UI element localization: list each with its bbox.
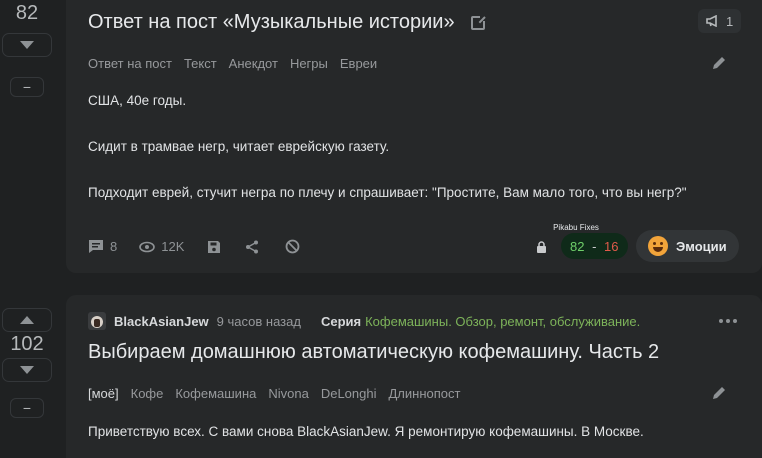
post-score: 82 (15, 2, 39, 24)
post-title[interactable]: Ответ на пост «Музыкальные истории» (88, 11, 455, 34)
save-button[interactable] (207, 240, 221, 254)
more-options-icon[interactable] (719, 319, 737, 323)
comment-icon (89, 240, 103, 253)
tag[interactable]: Кофе (131, 386, 164, 401)
emotions-label: Эмоции (676, 238, 727, 254)
rating-plus: 82 (570, 238, 585, 254)
tag[interactable]: DeLonghi (321, 386, 377, 401)
arrow-down-icon (20, 366, 34, 374)
post-card: Ответ на пост «Музыкальные истории» 1 От… (66, 0, 762, 273)
post-paragraph: Приветствую всех. С вами снова BlackAsia… (88, 424, 644, 439)
views-counter: 12K (139, 239, 184, 254)
arrow-down-icon (20, 41, 34, 49)
comments-count: 8 (110, 239, 118, 254)
post-meta: BlackAsianJew 9 часов назад Серия Кофема… (88, 312, 640, 330)
megaphone-icon (706, 15, 717, 27)
feed: 82 − 102 − Ответ на пост «Музыкальные ис… (0, 0, 762, 458)
tag[interactable]: Длиннопост (388, 386, 460, 401)
post-actions: 8 12K (88, 239, 300, 254)
smiley-icon (648, 236, 668, 256)
megaphone-count: 1 (726, 13, 734, 29)
edit-icon[interactable] (711, 385, 727, 401)
post-card: BlackAsianJew 9 часов назад Серия Кофема… (66, 295, 762, 458)
eye-icon (139, 241, 156, 252)
rating-separator: - (588, 238, 601, 254)
tag-list: [моё] Кофе Кофемашина Nivona DeLonghi Дл… (88, 386, 460, 401)
views-count: 12K (161, 239, 185, 254)
post-score: 102 (10, 333, 44, 355)
post-paragraph: Подходит еврей, стучит негра по плечу и … (88, 185, 687, 200)
tag[interactable]: Негры (290, 56, 328, 71)
tag[interactable]: Текст (184, 56, 217, 71)
minus-button[interactable]: − (10, 398, 44, 418)
external-link-icon[interactable] (471, 14, 487, 30)
series-label: Серия (320, 313, 362, 329)
share-icon (246, 240, 259, 253)
upvote-button[interactable] (2, 308, 52, 332)
post-paragraph: США, 40е годы. (88, 93, 187, 108)
post-title[interactable]: Выбираем домашнюю автоматическую кофемаш… (88, 341, 659, 364)
downvote-button[interactable] (2, 33, 52, 57)
vote-rail-post2: 102 − (0, 308, 54, 418)
arrow-up-icon (20, 316, 34, 324)
author-name[interactable]: BlackAsianJew (114, 314, 209, 329)
tag-list: Ответ на пост Текст Анекдот Негры Евреи (88, 56, 377, 71)
save-icon (208, 240, 221, 253)
series-link[interactable]: Кофемашины. Обзор, ремонт, обслуживание. (365, 314, 640, 329)
post-paragraph: Сидит в трамвае негр, читает еврейскую г… (88, 139, 390, 154)
vote-rail-post1: 82 − (0, 2, 54, 97)
post-time: 9 часов назад (216, 313, 301, 329)
tag[interactable]: Анекдот (229, 56, 278, 71)
rating-minus: 16 (604, 238, 619, 254)
rating-pill: 82 - 16 (561, 233, 628, 259)
avatar[interactable] (88, 312, 106, 330)
megaphone-badge[interactable]: 1 (698, 9, 742, 33)
tag[interactable]: Ответ на пост (88, 56, 172, 71)
tag[interactable]: Nivona (268, 386, 308, 401)
edit-icon[interactable] (711, 55, 727, 71)
comments-button[interactable]: 8 (88, 239, 117, 254)
lock-icon (537, 241, 546, 253)
block-icon (285, 239, 300, 254)
tag-mine[interactable]: [моё] (88, 386, 119, 401)
hide-button[interactable] (285, 239, 300, 254)
downvote-button[interactable] (2, 358, 52, 382)
emotions-button[interactable]: Эмоции (636, 230, 739, 262)
minus-button[interactable]: − (10, 77, 44, 97)
pikabu-fixes-label: Pikabu Fixes (553, 223, 599, 232)
share-button[interactable] (245, 240, 259, 254)
tag[interactable]: Евреи (340, 56, 377, 71)
tag[interactable]: Кофемашина (175, 386, 256, 401)
